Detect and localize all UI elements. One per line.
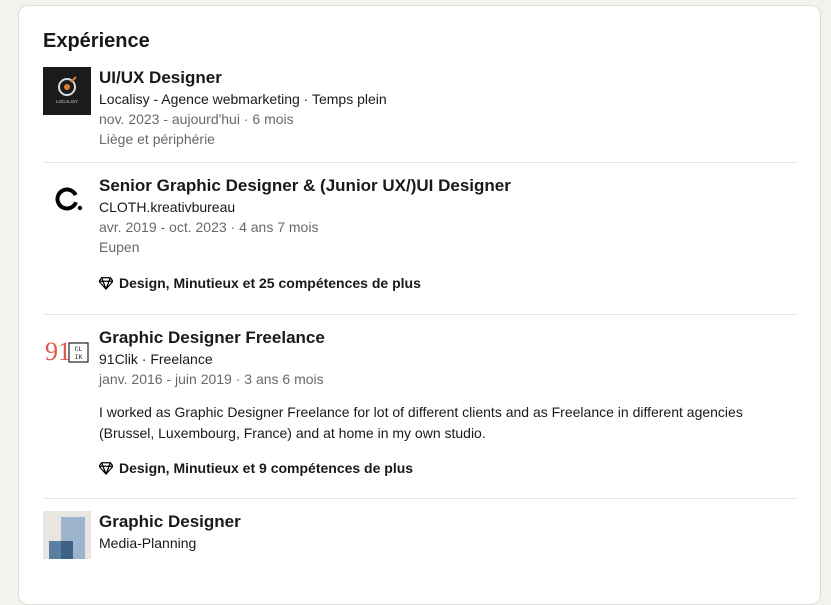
- section-title: Expérience: [43, 30, 150, 52]
- divider: [43, 498, 798, 499]
- location: Liège et périphérie: [99, 131, 215, 147]
- localisy-logo-icon[interactable]: LOCALISY: [43, 67, 91, 115]
- 91clik-logo-number: 91: [45, 337, 71, 366]
- diamond-icon: [99, 462, 113, 475]
- company-name: Media-Planning: [99, 535, 197, 551]
- media-planning-logo-icon[interactable]: [43, 511, 91, 559]
- company-name: Localisy - Agence webmarketing · Temps p…: [99, 91, 387, 107]
- location: Eupen: [99, 239, 140, 255]
- company-name: CLOTH.kreativbureau: [99, 199, 236, 215]
- 91clik-logo-box-line2: IK: [75, 354, 83, 361]
- role-title[interactable]: Graphic Designer Freelance: [99, 327, 798, 349]
- 91clik-logo-icon[interactable]: 91 CL IK: [43, 327, 91, 375]
- experience-card: Expérience LOCALISY UI/UX Designer Local…: [18, 5, 821, 605]
- divider: [43, 314, 798, 315]
- company-name: 91Clik · Freelance: [99, 351, 213, 367]
- role-title[interactable]: Senior Graphic Designer & (Junior UX/)UI…: [99, 175, 798, 197]
- skills-label: Design, Minutieux et 25 compétences de p…: [119, 275, 421, 291]
- 91clik-logo-box-line1: CL: [75, 346, 83, 353]
- divider: [43, 162, 798, 163]
- skills-link[interactable]: Design, Minutieux et 25 compétences de p…: [99, 275, 798, 291]
- role-title[interactable]: Graphic Designer: [99, 511, 798, 533]
- date-range: avr. 2019 - oct. 2023 · 4 ans 7 mois: [99, 219, 319, 235]
- skills-link[interactable]: Design, Minutieux et 9 compétences de pl…: [99, 460, 798, 476]
- role-title[interactable]: UI/UX Designer: [99, 67, 798, 89]
- cloth-logo-icon[interactable]: [43, 175, 91, 223]
- description: I worked as Graphic Designer Freelance f…: [99, 404, 743, 441]
- skills-label: Design, Minutieux et 9 compétences de pl…: [119, 460, 414, 476]
- localisy-logo-text: LOCALISY: [56, 99, 78, 104]
- diamond-icon: [99, 277, 113, 290]
- date-range: janv. 2016 - juin 2019 · 3 ans 6 mois: [99, 371, 324, 387]
- date-range: nov. 2023 - aujourd'hui · 6 mois: [99, 111, 294, 127]
